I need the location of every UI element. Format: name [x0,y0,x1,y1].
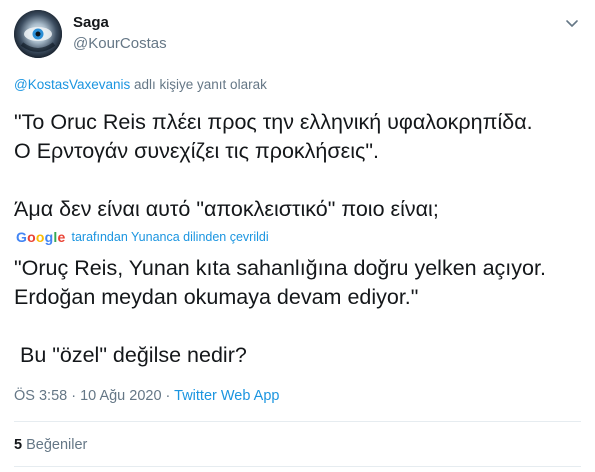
avatar[interactable] [14,10,62,58]
meta-separator: · [161,388,175,404]
likes-stat[interactable]: 5 Beğeniler [14,437,87,453]
chevron-down-icon[interactable] [563,14,581,32]
google-logo: Google [16,229,66,245]
likes-label: Beğeniler [22,437,88,453]
divider [14,421,581,422]
reply-mention-link[interactable]: @KostasVaxevanis [14,77,130,92]
eye-icon [14,10,62,58]
likes-count: 5 [14,437,23,453]
translation-label[interactable]: tarafından Yunanca dilinden çevrildi [71,230,268,244]
tweet-text: "Το Oruc Reis πλέει προς την ελληνική υφ… [14,108,584,224]
translated-text: "Oruç Reis, Yunan kıta sahanlığına doğru… [14,254,584,370]
tweet-text-line: "Το Oruc Reis πλέει προς την ελληνική υφ… [14,110,533,134]
reply-context: @KostasVaxevanis adlı kişiye yanıt olara… [14,77,267,92]
source-link[interactable]: Twitter Web App [174,388,279,404]
author-name[interactable]: Saga [73,14,109,31]
tweet-text-line: Άμα δεν είναι αυτό "αποκλειστικό" ποιο ε… [14,197,439,221]
translated-text-line: Bu "özel" değilse nedir? [14,343,247,367]
translated-text-line: Erdoğan meydan okumaya devam ediyor." [14,285,419,309]
tweet-text-line [14,166,584,195]
tweet-text-line: Ο Ερντογάν συνεχίζει τις προκλήσεις". [14,139,379,163]
translated-text-line: "Oruç Reis, Yunan kıta sahanlığına doğru… [14,256,546,280]
timestamp-link[interactable]: ÖS 3:58 · 10 Ağu 2020 [14,388,162,404]
translated-text-line [14,312,584,341]
divider [14,466,581,467]
tweet-meta: ÖS 3:58 · 10 Ağu 2020 · Twitter Web App [14,388,279,404]
translation-attribution[interactable]: Google tarafından Yunanca dilinden çevri… [16,229,269,245]
author-handle[interactable]: @KourCostas [73,35,167,52]
reply-suffix: adlı kişiye yanıt olarak [130,77,267,92]
